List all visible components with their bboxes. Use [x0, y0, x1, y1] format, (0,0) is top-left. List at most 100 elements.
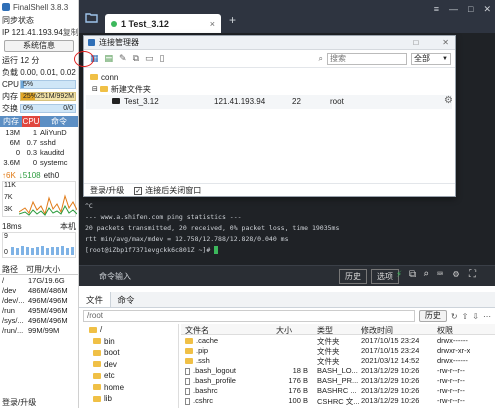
connection-user: root: [330, 97, 344, 106]
dir-tree-item[interactable]: boot: [79, 347, 178, 359]
history-button[interactable]: 历史: [339, 269, 367, 284]
file-name-cell: .cache: [185, 336, 273, 345]
delete-icon[interactable]: ▯: [160, 53, 165, 64]
download-icon[interactable]: ⇩: [472, 312, 479, 321]
process-row[interactable]: 0 0.3 kauditd: [0, 147, 78, 157]
process-cpu: 1: [32, 127, 37, 137]
sysinfo-button[interactable]: 系统信息: [4, 40, 74, 52]
latency-chart: 9 0: [2, 232, 76, 258]
disk-path: /run/...: [2, 325, 24, 335]
file-row[interactable]: .cshrc 100 B CSHRC 文... 2013/12/29 10:26 -rw…: [181, 395, 495, 406]
file-row[interactable]: .bash_logout 18 B BASH_LO... 2013/12/29 10:…: [181, 365, 495, 375]
process-cpu: 0.7: [26, 137, 37, 147]
file-row[interactable]: .pip 文件夹 2017/10/15 23:24 drwxr-xr-x: [181, 345, 495, 356]
disk-row: / 17G/19.6G: [0, 275, 78, 285]
add-tab-button[interactable]: +: [229, 13, 236, 27]
new-connection-icon[interactable]: ▤: [105, 53, 114, 64]
tab-files[interactable]: 文件: [79, 292, 111, 307]
close-after-connect[interactable]: ✓ 连接后关闭窗口: [134, 185, 201, 196]
terminal-line: --- www.a.shifen.com ping statistics ---: [85, 213, 242, 221]
maximize-icon[interactable]: □: [468, 4, 473, 15]
more-icon[interactable]: ⋯: [483, 312, 491, 321]
swap-row: 交换 0% 0/0: [0, 102, 78, 114]
file-icon: [185, 397, 190, 405]
keyboard-icon[interactable]: ⌨: [437, 269, 443, 280]
connection-row[interactable]: Test_3.12 121.41.193.94 22 root ⚙: [86, 95, 452, 109]
options-button[interactable]: 选项: [371, 269, 399, 284]
file-name-cell: .bash_profile: [185, 376, 273, 385]
filter-select[interactable]: 全部 ▼: [411, 52, 451, 65]
proc-col-cmd[interactable]: 命令: [40, 116, 78, 127]
minimize-icon[interactable]: —: [449, 4, 458, 15]
close-window-icon[interactable]: ✕: [483, 4, 491, 15]
connection-name: Test_3.12: [124, 97, 159, 106]
checkbox-checked-icon[interactable]: ✓: [134, 186, 143, 195]
dialog-login-upgrade[interactable]: 登录/升级: [90, 185, 124, 196]
edit-icon[interactable]: ✎: [119, 53, 127, 64]
path-history-button[interactable]: 历史: [418, 310, 447, 322]
path-input[interactable]: /root: [83, 310, 415, 322]
sidebar-login-upgrade[interactable]: 登录/升级: [2, 397, 36, 408]
tab-close-icon[interactable]: ×: [210, 19, 215, 29]
dialog-maximize-icon[interactable]: □: [413, 38, 418, 47]
connection-search-input[interactable]: [327, 52, 407, 65]
file-row[interactable]: .ssh 文件夹 2021/03/12 14:52 drwx------: [181, 355, 495, 366]
proc-col-cpu[interactable]: CPU: [22, 116, 40, 127]
search-icon[interactable]: ⌕: [423, 269, 429, 280]
copy-icon[interactable]: ⧉: [409, 269, 416, 280]
file-mtime: 2013/12/29 10:26: [361, 386, 420, 395]
net-iface[interactable]: eth0: [44, 171, 60, 180]
folder-open-icon[interactable]: [85, 12, 99, 23]
file-row[interactable]: .bash_profile 176 B BASH_PR... 2013/12/29 1…: [181, 375, 495, 385]
dir-tree-label: home: [104, 382, 125, 392]
file-name: .bashrc: [193, 386, 218, 395]
folder-icon: [93, 349, 101, 356]
file-icon: [185, 367, 190, 375]
menu-icon[interactable]: ≡: [434, 4, 439, 15]
file-row[interactable]: .cache 文件夹 2017/10/15 23:24 drwx------: [181, 335, 495, 346]
dir-tree-item[interactable]: lib: [79, 393, 178, 405]
disk-size: 486M/486M: [28, 285, 68, 295]
process-row[interactable]: 13M 1 AliYunD: [0, 127, 78, 137]
copy-link[interactable]: 复制: [63, 27, 78, 38]
dir-tree-item[interactable]: dev: [79, 359, 178, 371]
disk-col-path: 路径: [2, 265, 18, 274]
mem-value: 25%251M/992M: [23, 93, 74, 100]
refresh-icon[interactable]: ↻: [451, 312, 458, 321]
lightning-icon[interactable]: ⚡: [396, 269, 402, 280]
fullscreen-icon[interactable]: ⛶: [469, 269, 476, 280]
tab-commands[interactable]: 命令: [111, 292, 141, 307]
tree-root[interactable]: conn: [86, 71, 452, 83]
upload-icon[interactable]: ⇧: [462, 312, 469, 321]
dir-tree-item[interactable]: bin: [79, 336, 178, 348]
file-rows: .cache 文件夹 2017/10/15 23:24 drwx------ .pip 文…: [181, 335, 495, 406]
close-after-label: 连接后关闭窗口: [145, 186, 202, 195]
mem-detail: 251M/992M: [37, 92, 74, 100]
dialog-close-icon[interactable]: ✕: [442, 38, 449, 47]
dialog-titlebar: 连接管理器 □ ✕: [84, 36, 455, 50]
tab-session-active[interactable]: 1 Test_3.12 ×: [105, 14, 221, 33]
sidebar: FinalShell 3.8.3 同步状态 IP 121.41.193.94 复…: [0, 0, 79, 408]
highlight-circle: [74, 51, 94, 67]
copy-connection-icon[interactable]: ⧉: [133, 53, 139, 64]
tree-folder[interactable]: ⊟ 新建文件夹: [86, 83, 452, 95]
filter-value: 全部: [414, 54, 430, 63]
process-row[interactable]: 3.6M 0 systemc: [0, 157, 78, 167]
file-name-cell: .ssh: [185, 356, 273, 365]
cpu-value: 5%: [23, 80, 34, 88]
path-bar: /root 历史 ↻ ⇧ ⇩ ⋯: [79, 308, 495, 324]
connection-settings-icon[interactable]: ⚙: [444, 95, 452, 106]
dir-tree-item[interactable]: /: [79, 324, 178, 336]
proc-col-mem[interactable]: 内存: [0, 116, 22, 127]
file-type: BASHRC ...: [317, 386, 357, 395]
process-mem: 0: [15, 147, 20, 157]
command-input[interactable]: 命令输入: [99, 271, 131, 282]
net-graph: [19, 194, 77, 216]
file-row[interactable]: .bashrc 176 B BASHRC ... 2013/12/29 10:26 -r…: [181, 385, 495, 395]
network-chart: 11K 7K 3K: [2, 181, 77, 217]
dir-tree-item[interactable]: etc: [79, 370, 178, 382]
paste-icon[interactable]: ▭: [145, 53, 154, 64]
process-row[interactable]: 6M 0.7 sshd: [0, 137, 78, 147]
dir-tree-item[interactable]: home: [79, 382, 178, 394]
settings-icon[interactable]: ⚙: [453, 269, 459, 280]
